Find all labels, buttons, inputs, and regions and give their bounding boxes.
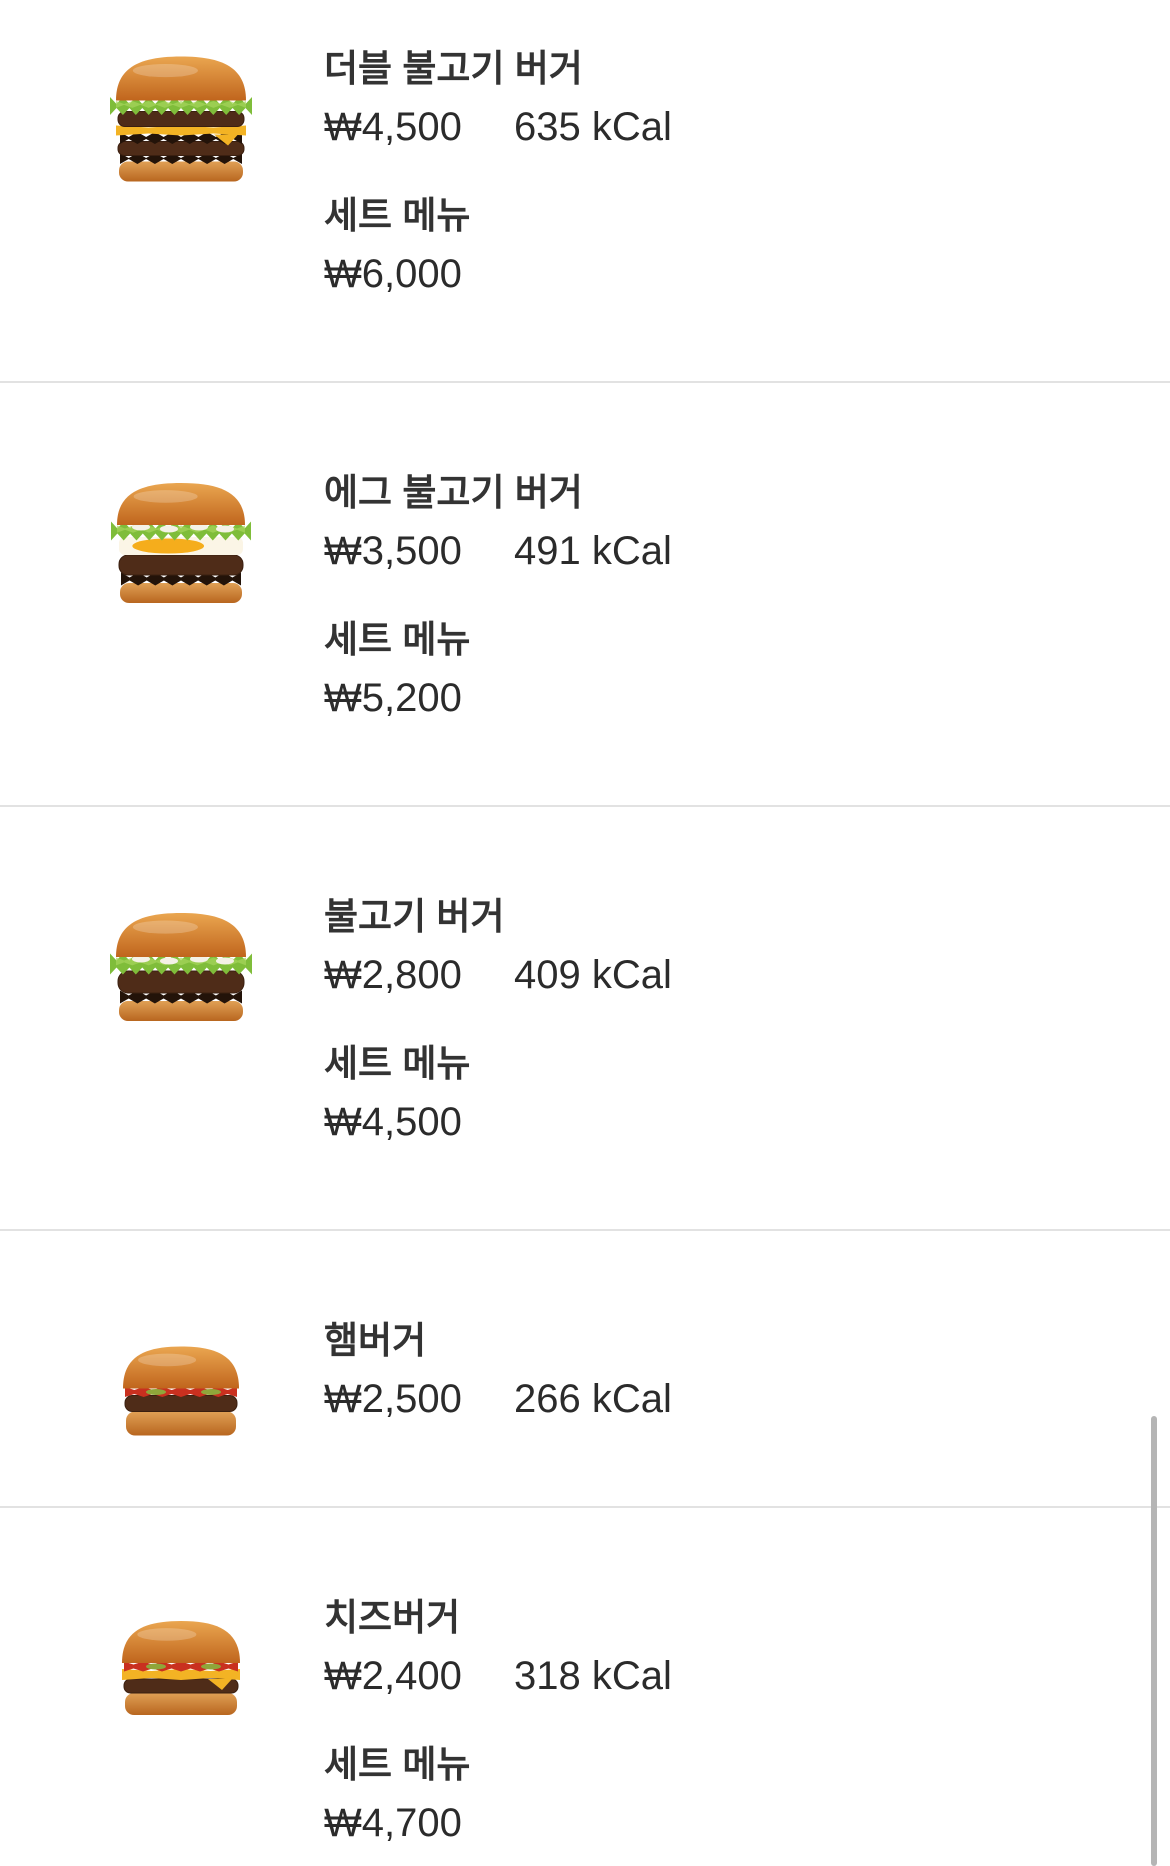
set-menu-label: 세트 메뉴 [324,195,471,236]
egg-bulgogi-burger-icon [111,483,251,603]
menu-item-calories: 409 kCal [514,953,672,997]
menu-item-name: 더블 불고기 버거 [324,48,583,89]
menu-list: 더블 불고기 버거 ₩4,500 635 kCal 세트 메뉴 ₩6,000 에그 불고기… [0,0,1170,1866]
menu-item-price: ₩4,500 [324,105,462,149]
menu-item-row[interactable]: 불고기 버거 ₩2,800 409 kCal 세트 메뉴 ₩4,500 [0,807,1170,1231]
menu-item-price-line: ₩4,500 635 kCal [324,98,1170,156]
cheeseburger-icon [122,1621,240,1715]
menu-item-calories: 266 kCal [514,1377,672,1421]
menu-item-price: ₩3,500 [324,529,462,573]
menu-item-calories: 491 kCal [514,529,672,573]
menu-item-row[interactable]: 에그 불고기 버거 ₩3,500 491 kCal 세트 메뉴 ₩5,200 [0,383,1170,807]
set-menu-block[interactable]: 세트 메뉴 ₩4,500 [324,1035,1170,1151]
menu-item-calories: 635 kCal [514,105,672,149]
menu-item-price-line: ₩2,500 266 kCal [324,1370,1170,1428]
menu-item-price-line: ₩3,500 491 kCal [324,522,1170,580]
set-menu-price: ₩6,000 [324,252,462,296]
set-menu-label: 세트 메뉴 [324,619,471,660]
menu-item-price-line: ₩2,800 409 kCal [324,946,1170,1004]
set-menu-block[interactable]: 세트 메뉴 ₩4,700 [324,1736,1170,1852]
bulgogi-burger-icon [110,913,252,1021]
menu-item-row[interactable]: 더블 불고기 버거 ₩4,500 635 kCal 세트 메뉴 ₩6,000 [0,0,1170,383]
menu-item-row[interactable]: 햄버거 ₩2,500 266 kCal [0,1231,1170,1508]
set-menu-price: ₩5,200 [324,676,462,720]
set-menu-block[interactable]: 세트 메뉴 ₩6,000 [324,187,1170,303]
menu-item-row[interactable]: 치즈버거 ₩2,400 318 kCal 세트 메뉴 ₩4,700 [0,1508,1170,1866]
set-menu-label: 세트 메뉴 [324,1043,471,1084]
menu-item-name: 에그 불고기 버거 [324,472,583,513]
double-bulgogi-burger-icon [110,56,252,182]
menu-item-calories: 318 kCal [514,1654,672,1698]
set-menu-price: ₩4,500 [324,1100,462,1144]
menu-item-name: 치즈버거 [324,1597,461,1638]
vertical-scrollbar[interactable] [1151,1416,1157,1866]
menu-item-price: ₩2,400 [324,1654,462,1698]
menu-item-price: ₩2,500 [324,1377,462,1421]
set-menu-block[interactable]: 세트 메뉴 ₩5,200 [324,611,1170,727]
set-menu-label: 세트 메뉴 [324,1744,471,1785]
hamburger-icon [123,1346,239,1436]
set-menu-price: ₩4,700 [324,1801,462,1845]
menu-item-price-line: ₩2,400 318 kCal [324,1647,1170,1705]
menu-item-name: 햄버거 [324,1320,427,1361]
menu-item-price: ₩2,800 [324,953,462,997]
menu-item-name: 불고기 버거 [324,896,505,937]
